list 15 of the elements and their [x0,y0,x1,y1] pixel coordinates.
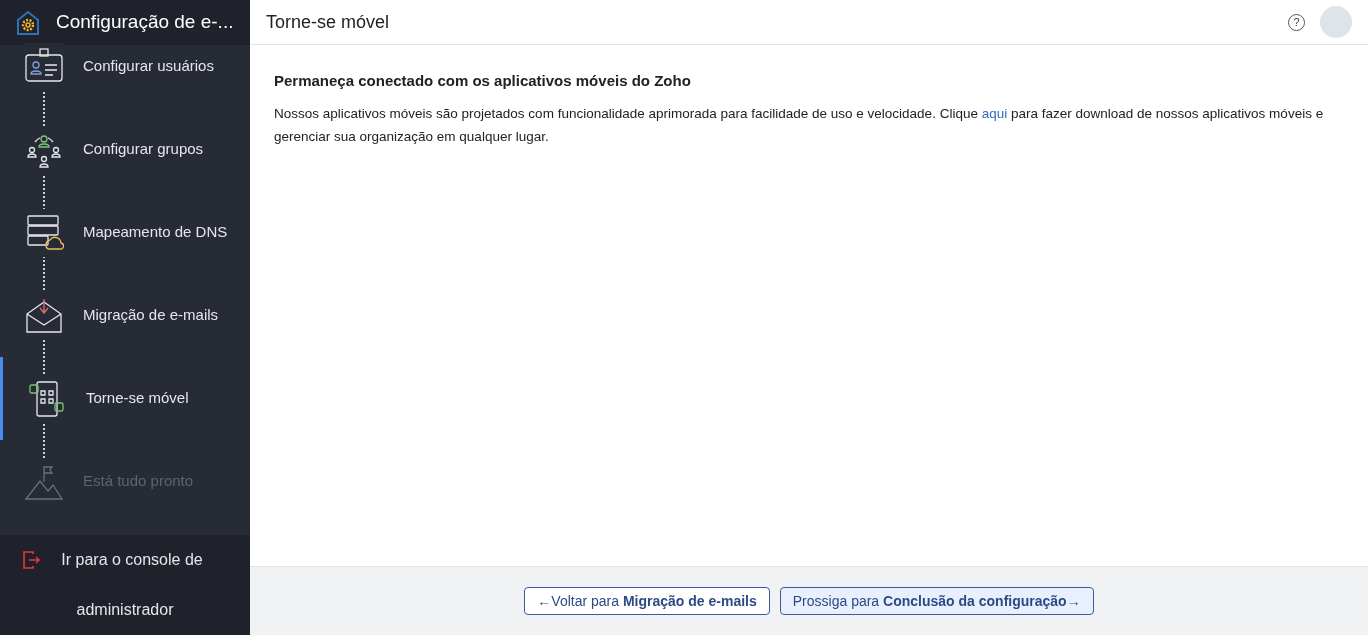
app-title: Configuração de e-... [56,10,234,35]
description-text: Nossos aplicativos móveis são projetados com funcionalidade aprimorada para facilidade de uso e velocidade. Clique aqui para fazer download de nossos aplicativos móveis e gerenciar sua organização em qualquer lugar. [274,104,1325,146]
step-item[interactable]: Migração de e-mails [0,274,250,357]
exit-icon [21,550,41,570]
page-title: Torne-se móvel [266,10,391,34]
house-gear-icon [16,9,40,36]
download-link[interactable]: aqui [981,105,1008,121]
avatar[interactable] [1320,6,1352,38]
section-heading: Permaneça conectado com os aplicativos móveis do Zoho [274,71,692,91]
next-button[interactable]: Prossiga para Conclusão da configuração→ [779,587,1094,615]
step-item[interactable]: Configurar grupos [0,108,250,191]
back-button[interactable]: ←Voltar para Migração de e-mails [524,587,770,615]
server-cloud-icon [24,212,64,253]
step-item[interactable]: Mapeamento de DNS [0,191,250,274]
phone-apps-icon [27,378,67,419]
